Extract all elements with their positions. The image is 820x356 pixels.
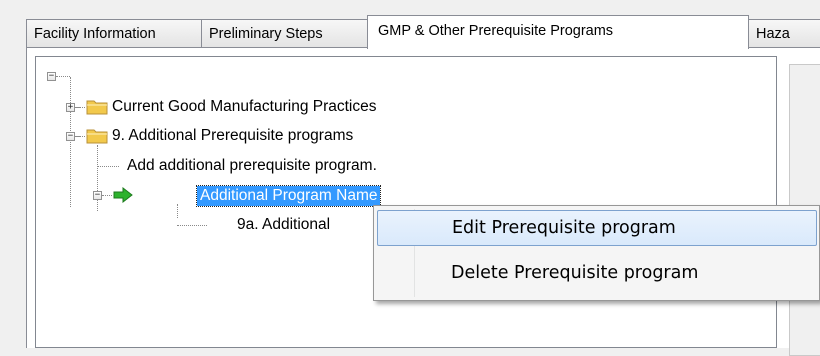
context-menu: Edit Prerequisite program Delete Prerequ…: [373, 205, 820, 301]
tree-connector: [177, 225, 207, 226]
application-window: Facility Information Preliminary Steps G…: [0, 0, 820, 356]
tree-connector: [102, 195, 112, 196]
prerequisite-tree-view[interactable]: − + Current Good Manufacturing Practices…: [35, 56, 777, 348]
tree-connector: [177, 204, 178, 218]
expand-current-gmp-toggle[interactable]: +: [66, 103, 75, 112]
tree-connector: [75, 136, 85, 137]
tree-node-additional-prerequisite-programs[interactable]: 9. Additional Prerequisite programs: [112, 126, 353, 146]
collapse-additional-prereq-toggle[interactable]: −: [66, 132, 75, 141]
tree-node-current-gmp[interactable]: Current Good Manufacturing Practices: [112, 97, 376, 117]
tree-node-additional-program-name[interactable]: Additional Program Name: [195, 185, 382, 207]
tab-gmp-other-prerequisite-programs[interactable]: GMP & Other Prerequisite Programs: [367, 15, 749, 49]
collapse-program-name-toggle[interactable]: −: [93, 191, 102, 200]
tree-connector: [97, 166, 119, 167]
menu-item-edit-prerequisite-program[interactable]: Edit Prerequisite program: [377, 210, 817, 246]
green-arrow-icon: [113, 187, 133, 203]
root-collapse-toggle[interactable]: −: [47, 72, 56, 81]
tab-hazard[interactable]: Haza: [748, 19, 820, 47]
tree-connector: [97, 145, 98, 211]
tab-facility-information[interactable]: Facility Information: [26, 19, 202, 47]
tree-connector: [70, 77, 71, 207]
tree-node-add-program[interactable]: Add additional prerequisite program.: [127, 156, 377, 176]
tab-preliminary-steps[interactable]: Preliminary Steps: [201, 19, 368, 47]
menu-item-delete-prerequisite-program[interactable]: Delete Prerequisite program: [377, 256, 817, 292]
tree-connector: [75, 107, 85, 108]
tree-node-9a-additional[interactable]: 9a. Additional: [237, 215, 330, 235]
folder-icon: [86, 100, 108, 115]
tree-connector: [56, 76, 70, 77]
folder-icon: [86, 129, 108, 144]
